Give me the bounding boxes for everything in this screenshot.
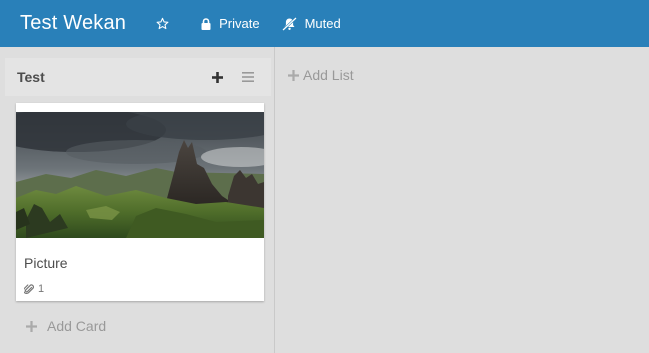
card-cover-image [16, 112, 264, 238]
star-icon [156, 17, 169, 30]
watch-label: Muted [304, 16, 341, 31]
add-list-label: Add List [303, 67, 354, 83]
star-button[interactable] [156, 17, 179, 30]
paperclip-icon [24, 283, 34, 295]
add-card-top-button[interactable] [208, 68, 226, 86]
attachment-count: 1 [38, 283, 45, 295]
board-header: Test Wekan Private Muted [0, 0, 649, 47]
add-card-button[interactable]: Add Card [26, 318, 106, 334]
visibility-button[interactable]: Private [201, 16, 260, 31]
plus-icon [288, 69, 299, 81]
card-title: Picture [24, 255, 68, 271]
board-title[interactable]: Test Wekan [20, 12, 126, 35]
add-card-label: Add Card [47, 318, 107, 334]
lock-icon [201, 17, 211, 30]
plus-icon [26, 320, 37, 332]
attachment-badge: 1 [24, 283, 44, 295]
hamburger-icon [242, 72, 254, 82]
list-header[interactable]: Test [5, 58, 271, 96]
watch-button[interactable]: Muted [281, 16, 341, 31]
add-list-button[interactable]: Add List [288, 67, 354, 83]
list-test: Test Picture 1 Add Card [0, 47, 275, 353]
list-title[interactable]: Test [17, 69, 208, 85]
plus-icon [211, 71, 223, 83]
card-picture[interactable]: Picture 1 [16, 103, 264, 301]
muted-bell-icon [281, 16, 297, 31]
list-menu-button[interactable] [239, 68, 257, 86]
visibility-label: Private [219, 16, 260, 31]
